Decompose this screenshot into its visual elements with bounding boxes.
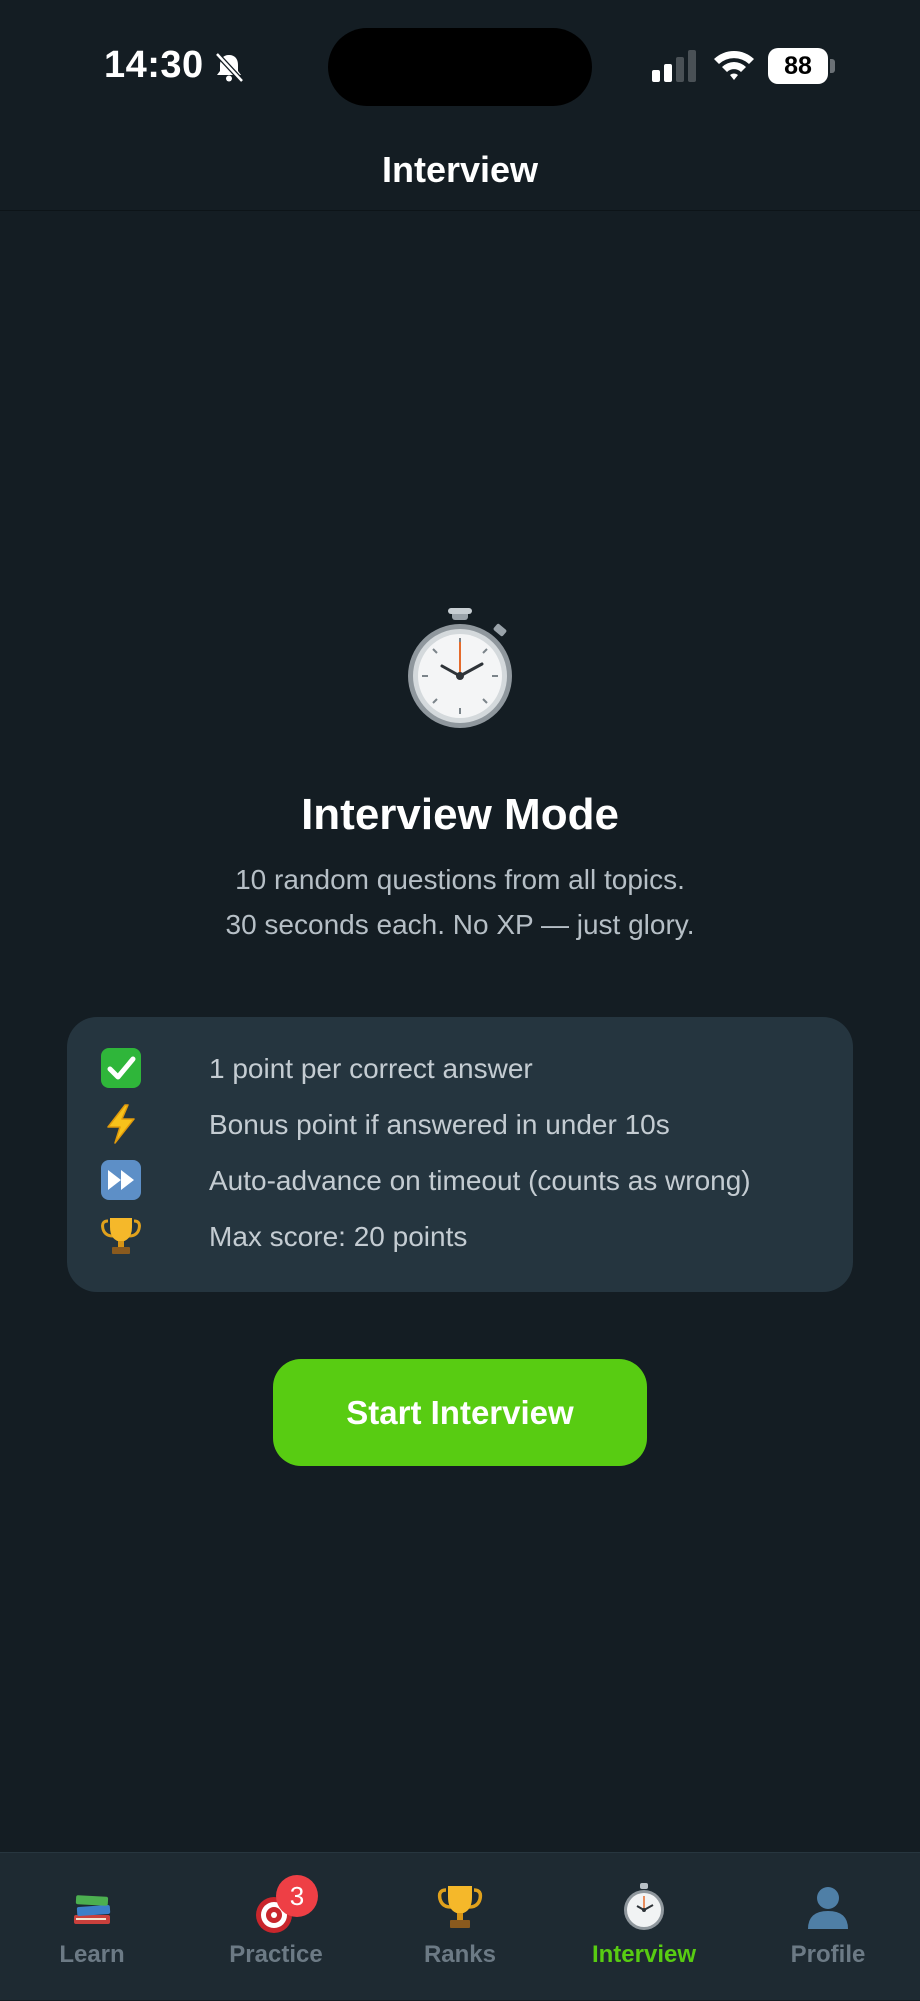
rule-text: Max score: 20 points [209,1221,468,1252]
rule-item: 1 point per correct answer [100,1047,840,1093]
wifi-icon [714,51,754,80]
status-time: 14:30 [104,44,204,86]
rules-card: 1 point per correct answer Bonus point i… [67,1017,853,1292]
tab-learn[interactable]: Learn [0,1853,184,2001]
mode-description-line2: 30 seconds each. No XP — just glory. [225,909,695,940]
start-interview-button[interactable]: Start Interview [273,1359,647,1466]
tab-label: Interview [591,1941,697,1968]
battery-tip [830,59,835,73]
rule-item: Max score: 20 points [100,1215,840,1261]
trophy-icon [437,1886,483,1928]
person-silhouette-icon [808,1887,848,1929]
tab-practice[interactable]: 3 Practice [184,1853,368,2001]
tab-label: Ranks [423,1941,497,1968]
stopwatch-icon [624,1883,664,1930]
battery-level: 88 [768,48,828,84]
tab-label: Learn [59,1941,125,1968]
fast-forward-icon [101,1160,141,1200]
rule-text: Bonus point if answered in under 10s [209,1109,670,1140]
rule-text: 1 point per correct answer [209,1053,533,1084]
bell-slash-icon [215,52,244,83]
lightning-icon [107,1104,135,1144]
notification-badge: 3 [276,1875,318,1917]
books-icon [74,1895,111,1924]
rule-item: Auto-advance on timeout (counts as wrong… [100,1159,840,1205]
cellular-signal-icon [652,50,696,82]
page-title: Interview [381,149,539,190]
tab-label: Profile [790,1941,866,1968]
status-bar: 14:30 88 [0,0,920,135]
tab-bar: Learn 3 Practice Ranks Interview Profile [0,1852,920,2000]
trophy-icon [101,1218,141,1254]
rule-text: Auto-advance on timeout (counts as wrong… [209,1165,751,1196]
mode-title: Interview Mode [301,790,619,839]
tab-label: Practice [229,1941,323,1968]
dynamic-island [328,28,592,106]
stopwatch-icon [408,608,512,728]
tab-ranks[interactable]: Ranks [368,1853,552,2001]
nav-header: Interview [0,135,920,211]
rule-item: Bonus point if answered in under 10s [100,1103,840,1149]
tab-interview[interactable]: Interview [552,1853,736,2001]
battery-icon: 88 [768,48,835,84]
mode-description-line1: 10 random questions from all topics. [235,864,685,895]
tab-profile[interactable]: Profile [736,1853,920,2001]
check-mark-icon [101,1048,141,1088]
